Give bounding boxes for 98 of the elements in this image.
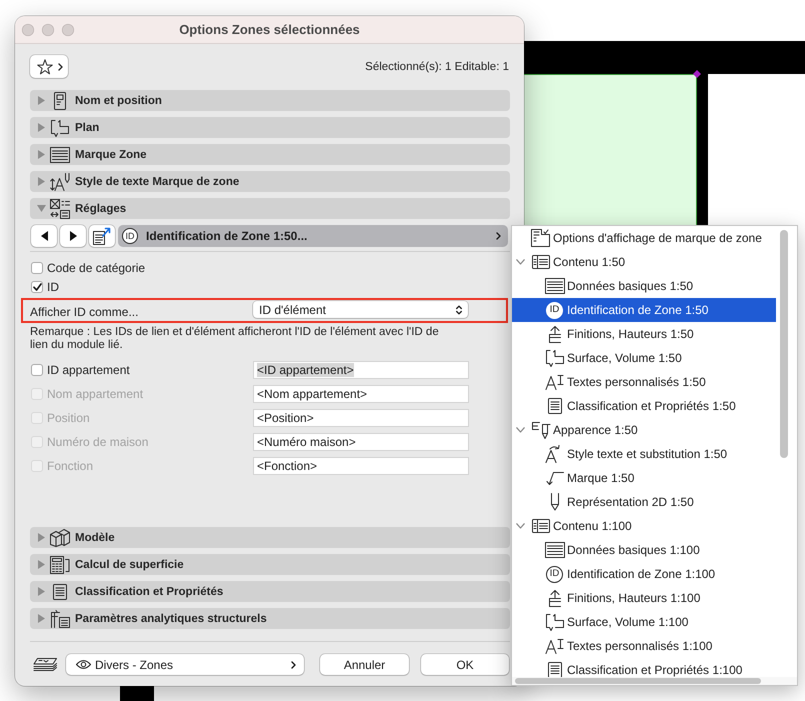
menu-item[interactable]: Surface, Volume 1:50 — [512, 346, 776, 370]
card-icon — [54, 92, 66, 110]
view-dropdown[interactable]: Divers - Zones — [66, 654, 304, 675]
check-icon — [32, 282, 42, 290]
section-header[interactable]: Paramètres analytiques structurels — [30, 608, 510, 629]
right-triangle-icon — [70, 231, 76, 241]
eye-icon — [76, 660, 91, 669]
text-cursor-icon — [544, 374, 564, 390]
checkbox[interactable] — [31, 280, 43, 292]
wall — [120, 686, 154, 701]
list-icon — [532, 519, 550, 533]
menu-item[interactable]: Finitions, Hauteurs 1:100 — [512, 586, 776, 610]
menu-item[interactable]: Données basiques 1:100 — [512, 538, 776, 562]
scrollbar-thumb[interactable] — [515, 678, 761, 684]
favorites-button[interactable] — [30, 55, 68, 78]
menu-item[interactable]: Finitions, Hauteurs 1:50 — [512, 322, 776, 346]
text-lines-icon — [50, 146, 70, 162]
diamond-icon — [693, 70, 701, 78]
cubes-icon — [50, 528, 70, 546]
document-arrow-icon — [93, 227, 111, 245]
outline-icon — [544, 613, 564, 631]
id-display-select[interactable]: ID d'élément — [253, 301, 468, 318]
export-button[interactable] — [89, 225, 115, 247]
menu-item[interactable]: Options d'affichage de marque de zone — [512, 226, 776, 250]
menu-item[interactable]: Style texte et substitution 1:50 — [512, 442, 776, 466]
id-badge: ID — [122, 228, 138, 244]
arrow-lines-icon — [548, 325, 562, 343]
checkbox-label: Numéro de maison — [47, 435, 148, 449]
menu-item[interactable]: ID Identification de Zone 1:50 — [512, 298, 776, 322]
star-icon — [36, 58, 52, 74]
menu-item[interactable]: Représentation 2D 1:50 — [512, 490, 776, 514]
pen-icon — [550, 493, 560, 511]
section-header[interactable]: Modèle — [30, 527, 510, 548]
chevron-icon — [58, 62, 62, 70]
menu-item[interactable]: Données basiques 1:50 — [512, 274, 776, 298]
selection-info: Sélectionné(s): 1 Editable: 1 — [365, 60, 510, 72]
document-icon — [548, 398, 562, 414]
section-header[interactable]: Classification et Propriétés — [30, 581, 510, 602]
frame-document-icon — [50, 610, 70, 628]
text-style-icon — [50, 172, 70, 190]
id-badge: ID — [546, 302, 563, 318]
updown-chevron-icon — [456, 304, 462, 314]
text-lines-icon — [544, 278, 564, 294]
menu-item[interactable]: Contenu 1:100 — [512, 514, 776, 538]
checkbox-label: Fonction — [47, 459, 94, 473]
menu-item[interactable]: ID Identification de Zone 1:100 — [512, 562, 776, 586]
outline-icon — [50, 118, 70, 136]
menu-item[interactable]: Textes personnalisés 1:100 — [512, 634, 776, 658]
section-header[interactable]: Style de texte Marque de zone — [30, 171, 510, 192]
text-cursor-icon — [544, 638, 564, 654]
checkbox[interactable] — [31, 262, 43, 274]
menu-item[interactable]: Classification et Propriétés 1:100 — [512, 658, 776, 677]
minimize-button[interactable] — [42, 24, 54, 36]
left-triangle-icon — [40, 231, 48, 241]
checkbox-label: ID appartement — [47, 363, 130, 377]
window-title: Options Zones sélectionnées — [179, 22, 360, 37]
scrollbar-thumb[interactable] — [780, 230, 788, 458]
breadcrumb-dropdown[interactable]: ID Identification de Zone 1:50... — [118, 225, 508, 247]
checkbox[interactable] — [31, 364, 43, 376]
text-lines-icon — [544, 542, 564, 558]
leader-line-icon — [546, 471, 564, 485]
menu-item[interactable]: Surface, Volume 1:100 — [512, 610, 776, 634]
calculator-icon — [50, 556, 70, 574]
list-icon — [532, 255, 550, 269]
menu-item[interactable]: Marque 1:50 — [512, 466, 776, 490]
chevron-icon — [291, 660, 296, 668]
ok-button[interactable]: OK — [421, 654, 509, 675]
checkbox-label: Nom appartement — [47, 387, 144, 401]
note-text: Remarque : Les IDs de lien et d'élément afficheront l'ID de l'élément avec l'ID de lien du module lié. — [30, 326, 440, 352]
section-header[interactable]: Marque Zone — [30, 144, 510, 165]
section-header[interactable]: Réglages — [30, 198, 510, 219]
checkbox-label: Code de catégorie — [47, 260, 146, 274]
cancel-button[interactable]: Annuler — [320, 654, 409, 675]
checkbox-label: Position — [47, 411, 90, 425]
menu-item[interactable]: Apparence 1:50 — [512, 418, 776, 442]
arrow-lines-icon — [548, 589, 562, 607]
chevron-icon — [496, 232, 501, 240]
id-badge: ID — [546, 566, 563, 582]
section-header[interactable]: Plan — [30, 117, 510, 138]
section-header[interactable]: Calcul de superficie — [30, 554, 510, 575]
outline-icon — [544, 349, 564, 367]
previous-button[interactable] — [31, 225, 57, 247]
list-pen-icon — [530, 421, 550, 439]
menu-item[interactable]: Classification et Propriétés 1:50 — [512, 394, 776, 418]
form-icon — [530, 229, 550, 247]
layers-icon[interactable] — [33, 658, 57, 671]
document-icon — [53, 584, 67, 600]
panels-icon — [50, 198, 70, 218]
zoom-button[interactable] — [62, 24, 74, 36]
document-icon — [548, 662, 562, 677]
menu-item[interactable]: Contenu 1:50 — [512, 250, 776, 274]
next-button[interactable] — [60, 225, 86, 247]
checkbox-label: ID — [47, 280, 59, 294]
section-header[interactable]: Nom et position — [30, 90, 510, 111]
text-field[interactable]: <ID appartement> — [253, 361, 469, 379]
close-button[interactable] — [22, 24, 34, 36]
menu-item[interactable]: Textes personnalisés 1:50 — [512, 370, 776, 394]
field-label: Afficher ID comme... — [30, 304, 140, 319]
